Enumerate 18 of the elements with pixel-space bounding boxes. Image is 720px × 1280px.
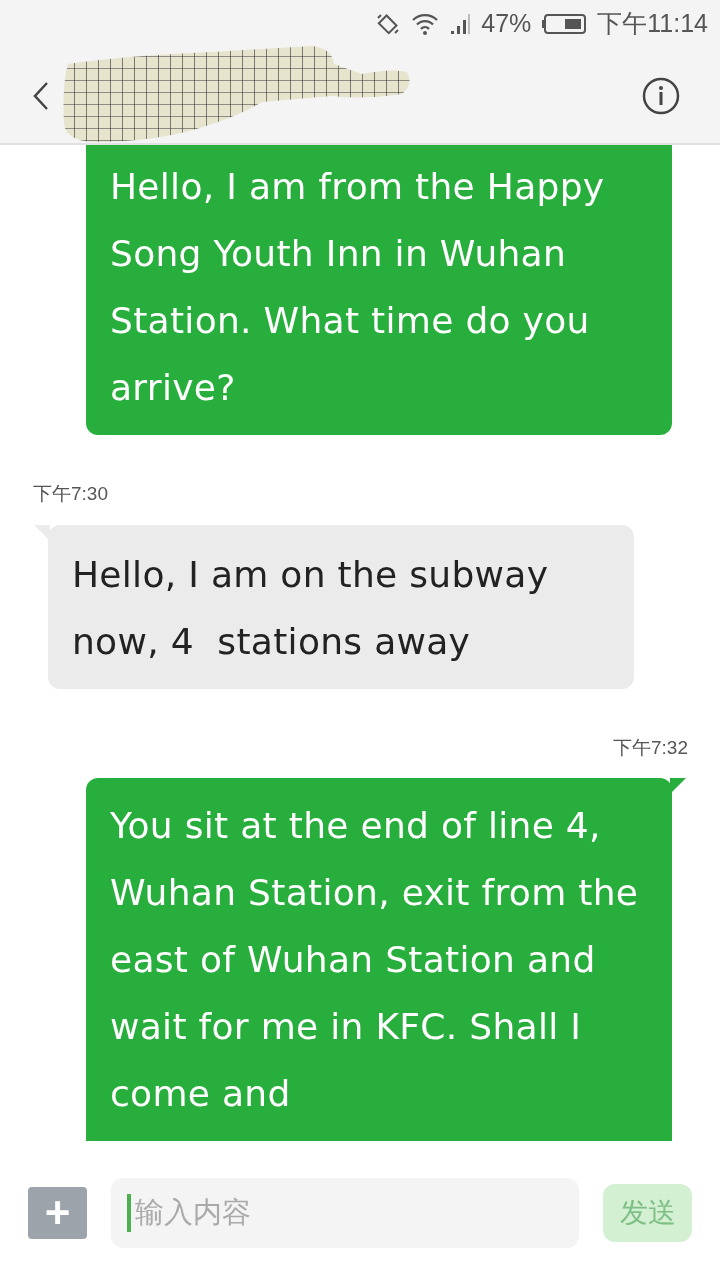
timestamp: 下午7:30	[33, 482, 108, 506]
info-button[interactable]	[642, 76, 680, 115]
sent-message-bubble: Hello, I am from the Happy Song Youth Inn in Wuhan Station. What time do you arrive?	[86, 145, 672, 435]
timestamp: 下午7:32	[613, 735, 688, 760]
rotation-icon	[375, 11, 402, 37]
bubble-tail	[670, 778, 686, 794]
chevron-left-icon	[32, 80, 50, 111]
received-message-bubble: Hello, I am on the subway now, 4 stations away	[48, 524, 634, 689]
signal-icon	[449, 12, 472, 36]
battery-percent: 47%	[481, 8, 532, 40]
add-button[interactable]: +	[28, 1186, 88, 1239]
wifi-icon	[411, 12, 440, 36]
info-icon	[642, 76, 680, 115]
text-cursor	[127, 1193, 132, 1232]
clock: 下午11:14	[597, 8, 708, 40]
message-input[interactable]: 输入内容	[111, 1177, 580, 1248]
sent-message-bubble: You sit at the end of line 4, Wuhan Station, exit from the east of Wuhan Station and wait for me in KFC. Shall I come and	[86, 778, 672, 1141]
battery-icon	[541, 13, 588, 35]
